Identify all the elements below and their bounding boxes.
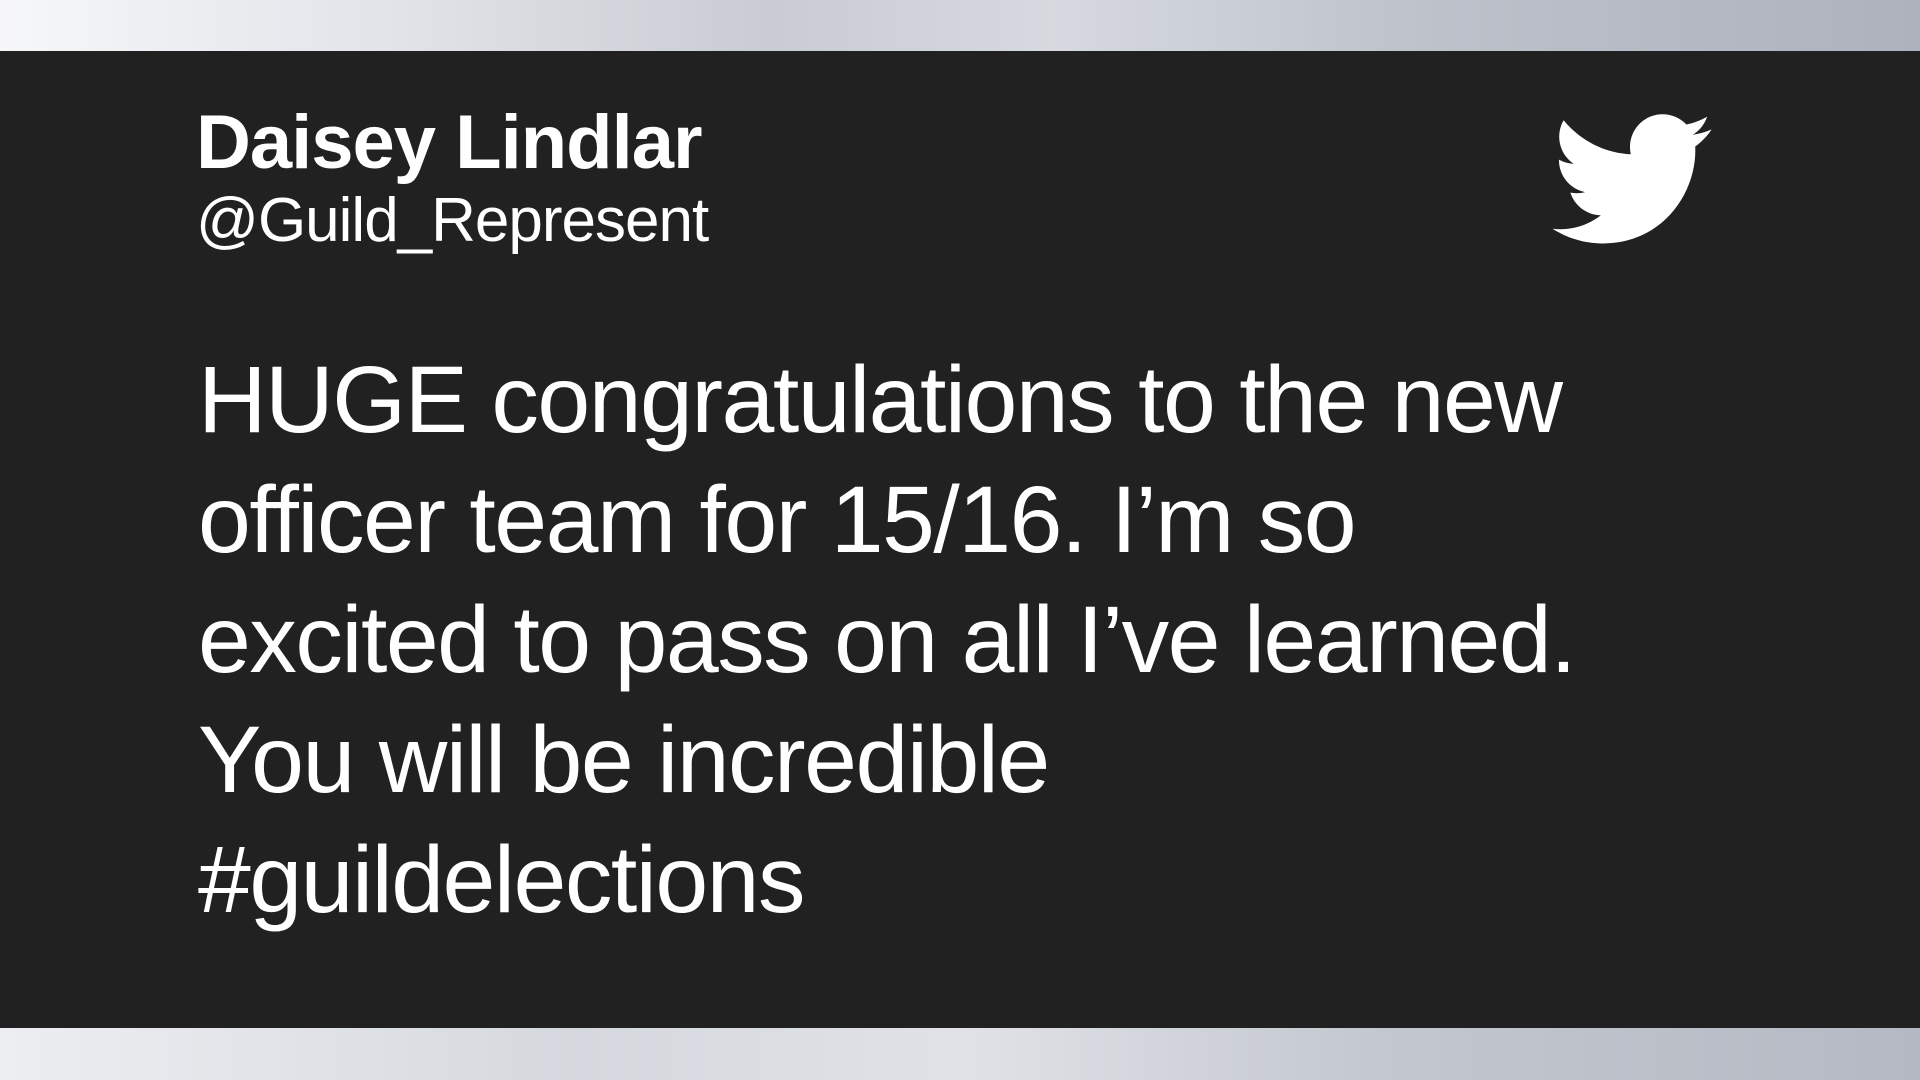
- twitter-bird-icon: [1552, 114, 1712, 244]
- background-bottom-band: [0, 1028, 1920, 1080]
- background-top-band: [0, 0, 1920, 51]
- author-display-name: Daisey Lindlar: [196, 100, 703, 185]
- tweet-body-text: HUGE congratulations to the new officer …: [198, 347, 1577, 933]
- tweet-card: Daisey Lindlar @Guild_Represent HUGE con…: [0, 51, 1920, 1028]
- author-handle: @Guild_Represent: [196, 186, 709, 255]
